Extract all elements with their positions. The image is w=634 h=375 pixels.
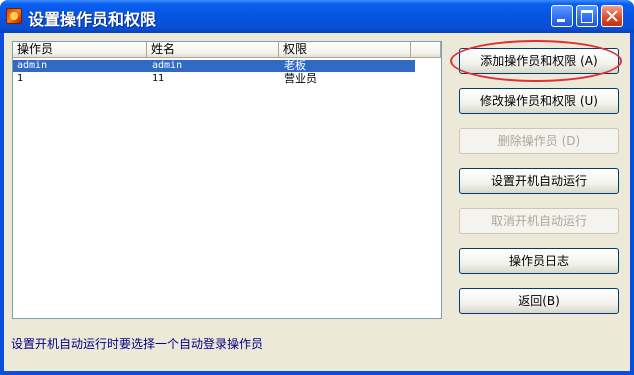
operator-log-button[interactable]: 操作员日志 <box>459 248 619 274</box>
autorun-hint-text: 设置开机自动运行时要选择一个自动登录操作员 <box>11 337 264 351</box>
maximize-icon[interactable] <box>576 5 598 27</box>
delete-operator-button[interactable]: 删除操作员 (D) <box>459 128 619 154</box>
cancel-autorun-button[interactable]: 取消开机自动运行 <box>459 208 619 234</box>
column-header-permission[interactable]: 权限 <box>279 42 411 58</box>
operator-permissions-window: 设置操作员和权限 操作员 姓名 权限 admin admin 老板 1 11 营… <box>0 0 634 375</box>
add-operator-button[interactable]: 添加操作员和权限 (A) <box>459 48 619 74</box>
cell-name: 11 <box>152 73 165 84</box>
table-row[interactable]: 1 11 营业员 <box>13 73 415 85</box>
cell-permission: 营业员 <box>284 72 317 85</box>
back-button[interactable]: 返回(B) <box>459 288 619 314</box>
cell-operator: admin <box>17 60 48 71</box>
column-header-operator[interactable]: 操作员 <box>13 42 147 58</box>
cell-permission: 老板 <box>284 59 306 72</box>
table-row[interactable]: admin admin 老板 <box>13 60 415 72</box>
operator-list[interactable]: 操作员 姓名 权限 admin admin 老板 1 11 营业员 <box>12 41 442 319</box>
cell-operator: 1 <box>17 73 24 84</box>
set-autorun-button[interactable]: 设置开机自动运行 <box>459 168 619 194</box>
title-bar[interactable]: 设置操作员和权限 <box>0 0 634 33</box>
close-icon[interactable] <box>601 5 623 27</box>
list-header: 操作员 姓名 权限 <box>13 42 441 58</box>
modify-operator-button[interactable]: 修改操作员和权限 (U) <box>459 88 619 114</box>
column-header-name[interactable]: 姓名 <box>147 42 279 58</box>
dialog-body: 操作员 姓名 权限 admin admin 老板 1 11 营业员 添加操作员和… <box>4 33 630 371</box>
window-title: 设置操作员和权限 <box>28 10 157 29</box>
app-icon <box>6 8 22 24</box>
minimize-icon[interactable] <box>551 5 573 27</box>
column-header-filler <box>411 42 441 58</box>
cell-name: admin <box>152 60 183 71</box>
